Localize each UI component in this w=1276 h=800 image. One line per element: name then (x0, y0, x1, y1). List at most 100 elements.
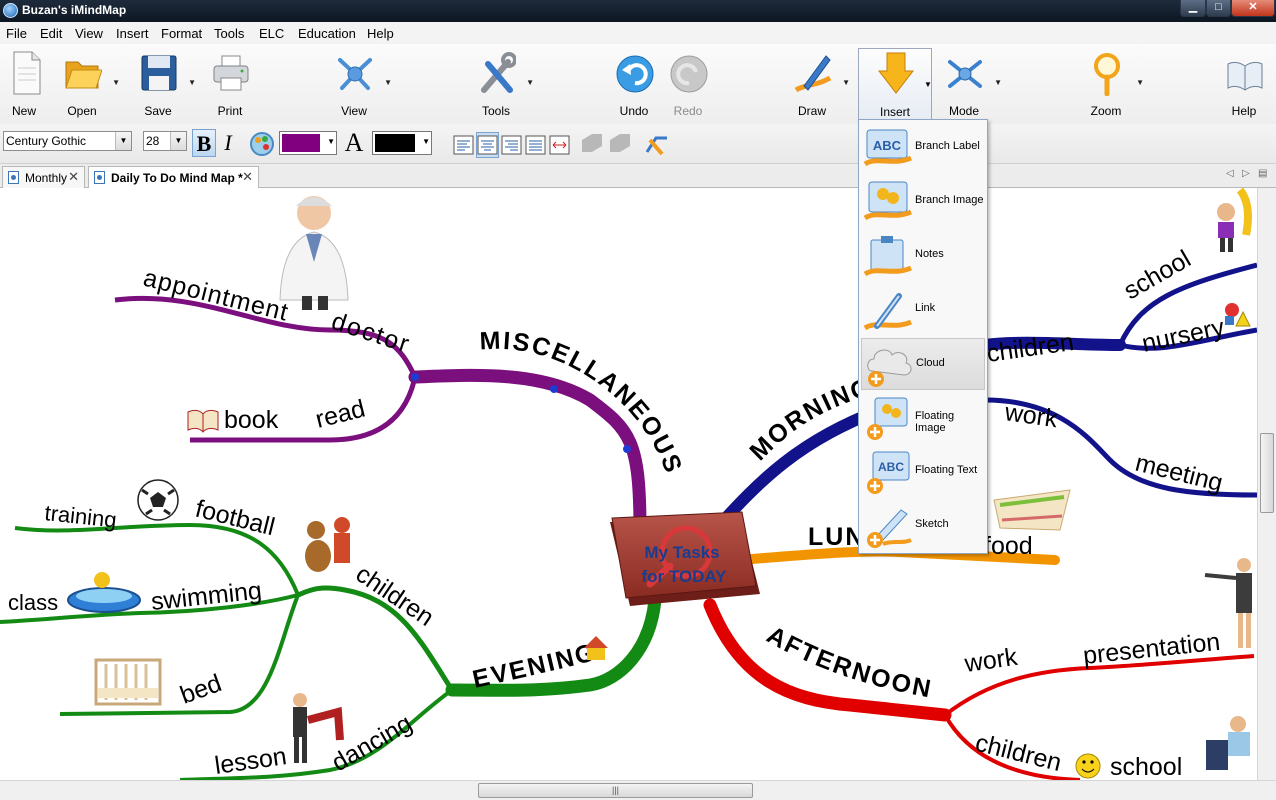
branch-miscellaneous[interactable]: MISCELLANEOUS doctor appointment read bo… (114, 196, 688, 537)
morning-school-label[interactable]: school (1119, 245, 1196, 305)
menu-edit[interactable]: Edit (40, 26, 62, 41)
child-image[interactable] (1217, 188, 1252, 252)
open-dropdown-arrow[interactable]: ▼ (112, 78, 120, 87)
insert-menu-branch-label[interactable]: ABC Branch Label (861, 122, 985, 174)
horizontal-scrollbar[interactable]: ||| (0, 780, 1276, 800)
insert-menu-floating-text[interactable]: ABC Floating Text (861, 446, 985, 498)
branch-afternoon[interactable]: AFTERNOON work presentation children sch… (703, 558, 1255, 780)
align-left-button[interactable] (452, 132, 475, 158)
student-image[interactable] (1206, 716, 1250, 770)
tools-dropdown-arrow[interactable]: ▼ (526, 78, 534, 87)
font-family-select[interactable]: Century Gothic ▼ (3, 131, 132, 151)
morning-children-label[interactable]: children (985, 328, 1076, 368)
morning-nursery-label[interactable]: nursery (1139, 313, 1227, 358)
text-width-button[interactable] (548, 132, 571, 158)
view-button[interactable]: View ▼ (324, 48, 392, 122)
view-dropdown-arrow[interactable]: ▼ (384, 78, 392, 87)
italic-button[interactable]: I (216, 129, 240, 157)
chevron-down-icon[interactable]: ▼ (327, 137, 335, 146)
shapes-toy-image[interactable] (1225, 303, 1251, 327)
central-topic[interactable]: My Tasks for TODAY (610, 511, 760, 606)
morning-work-label[interactable]: work (1002, 398, 1060, 433)
open-button[interactable]: Open ▼ (52, 48, 120, 122)
save-dropdown-arrow[interactable]: ▼ (188, 78, 196, 87)
help-button[interactable]: Help (1214, 48, 1274, 122)
menu-file[interactable]: File (6, 26, 27, 41)
redo-button[interactable]: Redo (658, 48, 718, 122)
fill-color-picker[interactable]: ▼ (279, 131, 337, 155)
align-justify-button[interactable] (524, 132, 547, 158)
tab-scroll-right-icon[interactable]: ▷ (1242, 168, 1250, 179)
tools-button[interactable]: Tools ▼ (466, 48, 534, 122)
branch-evening[interactable]: EVENING children football training swimm… (0, 479, 662, 780)
menu-help[interactable]: Help (367, 26, 394, 41)
tab-monthly[interactable]: Monthly ✕ (2, 166, 85, 188)
close-tab-icon[interactable]: ✕ (68, 167, 79, 187)
insert-menu-floating-image[interactable]: Floating Image (861, 392, 985, 444)
menu-elc[interactable]: ELC (259, 26, 284, 41)
doctor-label[interactable]: doctor (328, 307, 414, 359)
align-center-button[interactable] (476, 132, 499, 158)
menu-tools[interactable]: Tools (214, 26, 244, 41)
format-transfer-icon[interactable] (644, 132, 670, 158)
bed-label[interactable]: bed (176, 669, 225, 710)
zoom-dropdown-arrow[interactable]: ▼ (1136, 78, 1144, 87)
menu-view[interactable]: View (75, 26, 103, 41)
insert-menu-sketch[interactable]: Sketch (861, 500, 985, 552)
smiley-icon[interactable] (1075, 753, 1101, 779)
mindmap-canvas[interactable]: MISCELLANEOUS doctor appointment read bo… (0, 188, 1257, 780)
tab-scroll-left-icon[interactable]: ◁ (1226, 168, 1234, 179)
book-icon[interactable] (187, 409, 219, 433)
insert-dropdown-arrow[interactable]: ▼ (924, 80, 932, 89)
menu-format[interactable]: Format (161, 26, 202, 41)
insert-menu-branch-image[interactable]: Branch Image (861, 176, 985, 228)
crib-image[interactable] (94, 658, 162, 706)
horizontal-scroll-thumb[interactable]: ||| (478, 783, 753, 798)
tab-daily-to-do-mind-map[interactable]: Daily To Do Mind Map * ✕ (88, 166, 259, 189)
draw-dropdown-arrow[interactable]: ▼ (842, 78, 850, 87)
text-color-picker[interactable]: ▼ (372, 131, 432, 155)
class-label[interactable]: class (8, 590, 58, 615)
insert-menu-cloud[interactable]: Cloud (861, 338, 985, 390)
tab-list-icon[interactable]: ▤ (1258, 168, 1267, 179)
appointment-label[interactable]: appointment (141, 264, 292, 327)
font-size-select[interactable]: 28 ▼ (143, 131, 187, 151)
branch-handle[interactable] (550, 385, 558, 393)
menu-insert[interactable]: Insert (116, 26, 149, 41)
sandwich-image[interactable] (993, 489, 1071, 531)
draw-button[interactable]: Draw ▼ (782, 48, 850, 122)
doctor-image[interactable] (279, 196, 349, 310)
insert-button[interactable]: Insert (858, 48, 932, 122)
save-button[interactable]: Save ▼ (128, 48, 196, 122)
afternoon-school-label[interactable]: school (1110, 753, 1182, 780)
bears-toy-image[interactable] (305, 517, 350, 572)
football-icon[interactable] (137, 479, 179, 521)
book-label[interactable]: book (224, 406, 279, 434)
pool-image[interactable] (67, 572, 141, 613)
football-label[interactable]: football (193, 495, 278, 542)
vertical-scroll-thumb[interactable] (1260, 433, 1274, 513)
read-label[interactable]: read (313, 395, 368, 434)
swimming-label[interactable]: swimming (150, 577, 263, 616)
menu-education[interactable]: Education (298, 26, 356, 41)
chevron-down-icon[interactable]: ▼ (170, 132, 186, 150)
align-right-button[interactable] (500, 132, 523, 158)
training-label[interactable]: training (43, 500, 117, 532)
insert-menu-link[interactable]: Link (861, 284, 985, 336)
close-tab-icon[interactable]: ✕ (242, 167, 253, 187)
bold-button[interactable]: B (192, 129, 216, 157)
chevron-down-icon[interactable]: ▼ (422, 137, 430, 146)
close-button[interactable]: ✕ (1231, 0, 1275, 17)
maximize-button[interactable]: □ (1206, 0, 1231, 17)
branch-handle[interactable] (411, 373, 419, 381)
print-button[interactable]: Print (200, 48, 260, 122)
text-color-button[interactable]: A (342, 129, 366, 157)
mode-dropdown-arrow[interactable]: ▼ (994, 78, 1002, 87)
minimize-button[interactable]: ▁ (1180, 0, 1206, 17)
chevron-down-icon[interactable]: ▼ (115, 132, 131, 150)
mode-button[interactable]: Mode ▼ (934, 48, 1002, 122)
zoom-button[interactable]: Zoom ▼ (1076, 48, 1144, 122)
insert-menu-notes[interactable]: Notes (861, 230, 985, 282)
food-label[interactable]: food (984, 532, 1033, 560)
misc-main-branch[interactable] (408, 368, 647, 537)
